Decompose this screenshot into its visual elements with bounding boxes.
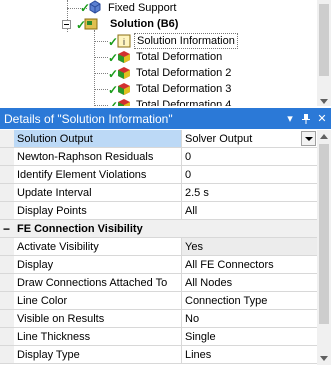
property-name: Display Type bbox=[14, 346, 182, 363]
fixed-support-icon bbox=[89, 0, 101, 14]
tree-item-total-deformation[interactable]: ✓ Total Deformation bbox=[108, 49, 224, 65]
tree-item-label: Total Deformation 2 bbox=[136, 67, 232, 79]
details-panel-title: Details of "Solution Information" bbox=[4, 111, 173, 126]
property-name: Identify Element Violations bbox=[14, 166, 182, 183]
property-value[interactable]: All Nodes bbox=[182, 274, 317, 291]
total-deformation-icon bbox=[118, 99, 130, 106]
property-row-solution-output[interactable]: Solution Output Solver Output bbox=[0, 130, 317, 148]
section-title: FE Connection Visibility bbox=[14, 220, 314, 237]
property-row-line-thickness[interactable]: Line Thickness Single bbox=[0, 328, 317, 346]
property-name: Line Thickness bbox=[14, 328, 182, 345]
property-row-visible-on-results[interactable]: Visible on Results No bbox=[0, 310, 317, 328]
total-deformation-icon bbox=[118, 67, 130, 79]
tree-item-label: Total Deformation bbox=[136, 51, 223, 63]
outline-tree: ✓ Fixed Support ✓ Solution (B6) ✓ i Solu… bbox=[0, 0, 331, 106]
pin-icon[interactable] bbox=[299, 112, 313, 126]
property-name: Solution Output bbox=[14, 130, 182, 147]
solution-information-icon: i bbox=[117, 34, 131, 48]
total-deformation-icon bbox=[118, 51, 130, 63]
chevron-down-icon[interactable] bbox=[301, 131, 316, 146]
details-scrollbar[interactable] bbox=[317, 130, 331, 365]
property-name: Update Interval bbox=[14, 184, 182, 201]
property-value[interactable]: Connection Type bbox=[182, 292, 317, 309]
property-row-display-type[interactable]: Display Type Lines bbox=[0, 346, 317, 364]
property-name: Line Color bbox=[14, 292, 182, 309]
details-panel-header: Details of "Solution Information" ▾ ✕ bbox=[0, 108, 331, 129]
property-name: Display Points bbox=[14, 202, 182, 219]
tree-item-label: Total Deformation 3 bbox=[136, 83, 232, 95]
property-name: Visible on Results bbox=[14, 310, 182, 327]
property-value[interactable]: No bbox=[182, 310, 317, 327]
section-fe-connection-visibility[interactable]: − FE Connection Visibility bbox=[0, 220, 317, 238]
property-value[interactable]: Single bbox=[182, 328, 317, 345]
property-value: Solver Output bbox=[185, 133, 253, 145]
panel-menu-icon[interactable]: ▾ bbox=[283, 112, 297, 126]
tree-item-label: Total Deformation 4 bbox=[136, 99, 232, 106]
property-row-line-color[interactable]: Line Color Connection Type bbox=[0, 292, 317, 310]
collapse-section-icon[interactable]: − bbox=[3, 220, 10, 238]
svg-text:i: i bbox=[123, 37, 125, 47]
close-icon[interactable]: ✕ bbox=[315, 112, 329, 126]
property-row-display-points[interactable]: Display Points All bbox=[0, 202, 317, 220]
property-value[interactable]: All FE Connectors bbox=[182, 256, 317, 273]
tree-scrollbar[interactable] bbox=[317, 0, 331, 106]
scroll-down-arrow-icon[interactable] bbox=[320, 356, 328, 361]
property-value[interactable]: All bbox=[182, 202, 317, 219]
total-deformation-icon bbox=[118, 83, 130, 95]
property-row-identify-element-violations[interactable]: Identify Element Violations 0 bbox=[0, 166, 317, 184]
tree-item-solution-information[interactable]: ✓ i Solution Information bbox=[108, 33, 238, 49]
tree-item-label: Solution Information bbox=[134, 33, 238, 49]
property-value[interactable]: Yes bbox=[182, 238, 317, 255]
property-name: Display bbox=[14, 256, 182, 273]
property-row-display[interactable]: Display All FE Connectors bbox=[0, 256, 317, 274]
property-name: Newton-Raphson Residuals bbox=[14, 148, 182, 165]
tree-item-fixed-support[interactable]: ✓ Fixed Support bbox=[80, 0, 178, 16]
property-value[interactable]: 2.5 s bbox=[182, 184, 317, 201]
collapse-toggle[interactable] bbox=[62, 20, 71, 29]
property-value[interactable]: Lines bbox=[182, 346, 317, 363]
scrollbar-thumb[interactable] bbox=[319, 4, 329, 76]
tree-item-total-deformation-3[interactable]: ✓ Total Deformation 3 bbox=[108, 81, 233, 97]
tree-item-label: Solution (B6) bbox=[110, 18, 179, 30]
tree-item-total-deformation-4[interactable]: ✓ Total Deformation 4 bbox=[108, 97, 233, 106]
tree-item-solution[interactable]: ✓ Solution (B6) bbox=[76, 16, 180, 32]
scrollbar-thumb[interactable] bbox=[319, 144, 329, 324]
property-value[interactable]: 0 bbox=[182, 148, 317, 165]
property-row-draw-connections-attached-to[interactable]: Draw Connections Attached To All Nodes bbox=[0, 274, 317, 292]
details-property-grid: Solution Output Solver Output Newton-Rap… bbox=[0, 130, 317, 365]
property-value[interactable]: 0 bbox=[182, 166, 317, 183]
property-row-update-interval[interactable]: Update Interval 2.5 s bbox=[0, 184, 317, 202]
property-name: Activate Visibility bbox=[14, 238, 182, 255]
property-row-newton-raphson-residuals[interactable]: Newton-Raphson Residuals 0 bbox=[0, 148, 317, 166]
property-row-activate-visibility[interactable]: Activate Visibility Yes bbox=[0, 238, 317, 256]
solution-icon bbox=[84, 18, 98, 30]
property-name: Draw Connections Attached To bbox=[14, 274, 182, 291]
tree-item-label: Fixed Support bbox=[108, 2, 177, 14]
scroll-up-arrow-icon[interactable] bbox=[320, 134, 328, 139]
scroll-down-arrow-icon[interactable] bbox=[320, 99, 328, 104]
tree-item-total-deformation-2[interactable]: ✓ Total Deformation 2 bbox=[108, 65, 233, 81]
solution-output-dropdown[interactable]: Solver Output bbox=[182, 130, 317, 147]
